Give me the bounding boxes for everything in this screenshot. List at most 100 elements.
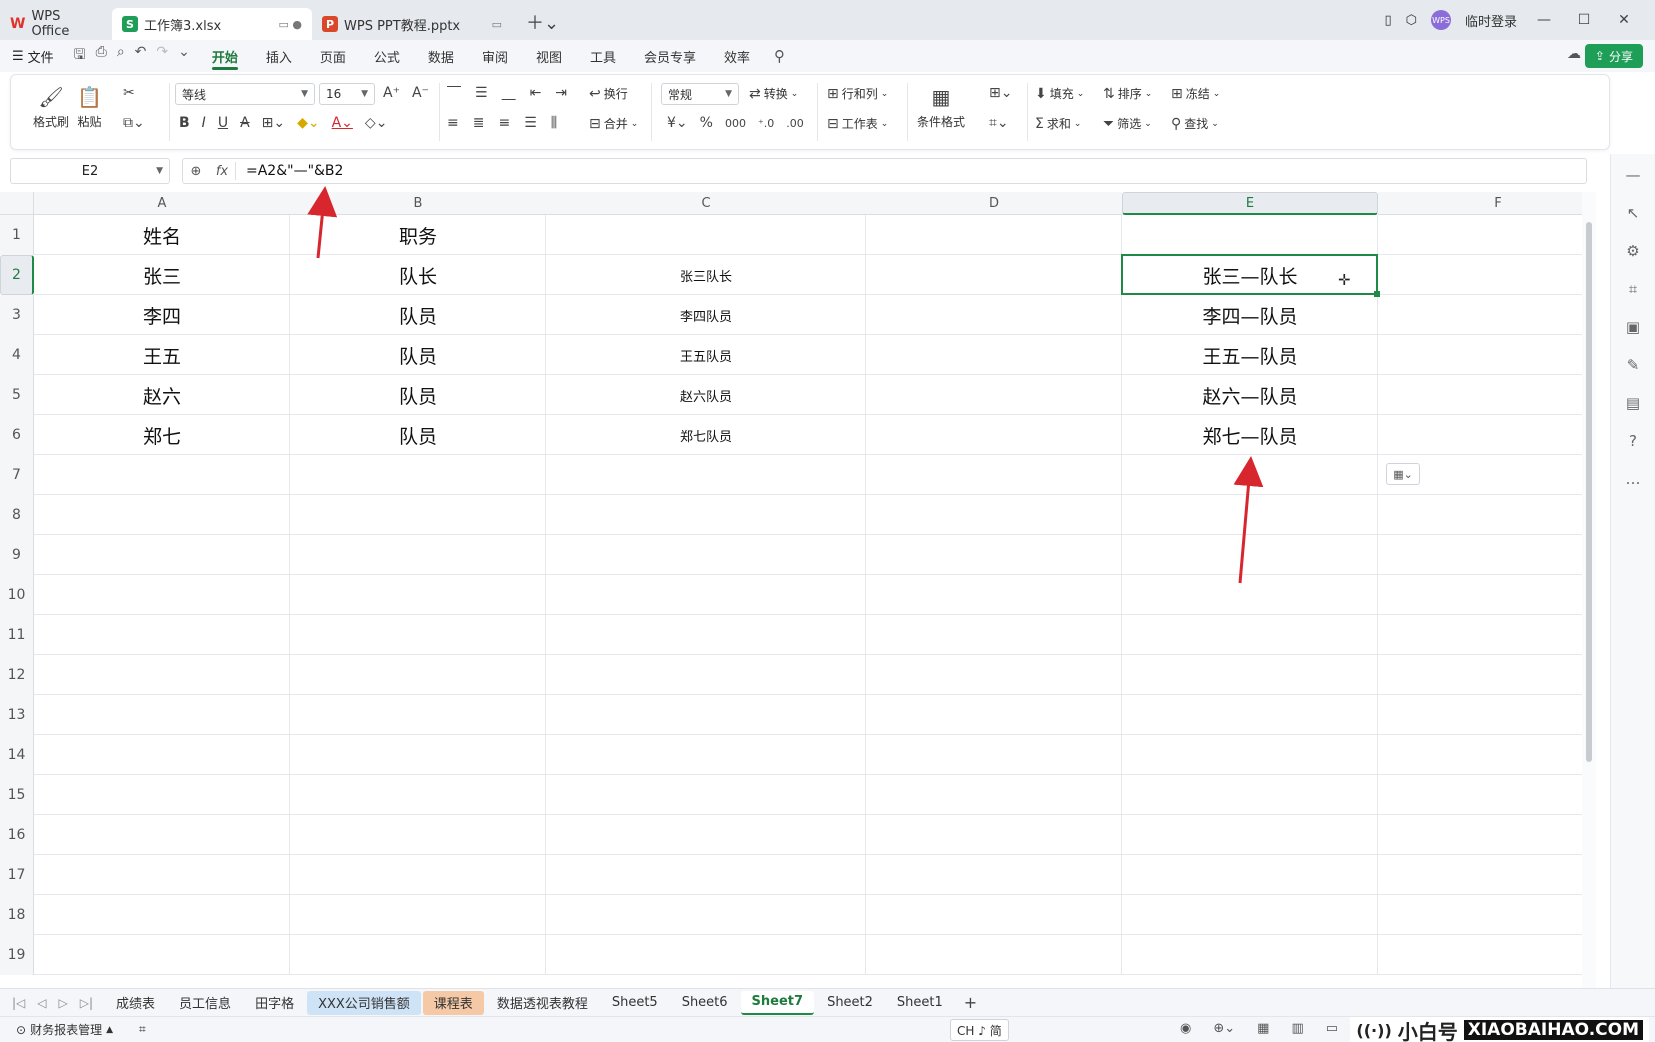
file-menu[interactable]: ☰ 文件 <box>0 47 66 66</box>
cell-b1[interactable]: 职务 <box>290 215 546 255</box>
share-button[interactable]: ⇪ 分享 <box>1584 44 1643 68</box>
row-header-15[interactable]: 15 <box>0 775 34 815</box>
column-header-c[interactable]: C <box>546 192 866 215</box>
row-header-1[interactable]: 1 <box>0 215 34 255</box>
tab-workbook[interactable]: S 工作簿3.xlsx ▭ ● <box>112 8 312 40</box>
cell-e5[interactable]: 赵六—队员 <box>1122 375 1378 415</box>
cell-c4[interactable]: 王五队员 <box>546 335 866 375</box>
image-icon[interactable]: ▣ <box>1626 318 1640 336</box>
convert-button[interactable]: ⇄ 转换 ⌄ <box>749 85 798 102</box>
sum-button[interactable]: Σ 求和 ⌄ <box>1035 115 1081 132</box>
menu-formula[interactable]: 公式 <box>360 40 414 72</box>
row-header-19[interactable]: 19 <box>0 935 34 975</box>
rows-cols-button[interactable]: ⊞ 行和列 ⌄ <box>827 85 888 102</box>
align-bottom-icon[interactable]: ⎽ <box>502 85 516 101</box>
distribute-icon[interactable]: ⫼ <box>551 115 557 131</box>
percent-icon[interactable]: % <box>700 115 713 131</box>
border-icon[interactable]: ⊞⌄ <box>262 115 285 131</box>
tab-ppt[interactable]: P WPS PPT教程.pptx ▭ <box>312 8 512 40</box>
menu-member[interactable]: 会员专享 <box>630 40 710 72</box>
cloud-icon[interactable]: ☁ <box>1567 46 1581 62</box>
font-color-icon[interactable]: A⌄ <box>332 115 353 131</box>
cube-icon[interactable]: ⬡ <box>1406 13 1417 28</box>
strikethrough-icon[interactable]: A <box>240 115 250 131</box>
worksheet-button[interactable]: ⊟ 工作表 ⌄ <box>827 115 888 132</box>
bold-icon[interactable]: B <box>179 115 190 131</box>
crop-icon[interactable]: ⌗ <box>1629 280 1637 298</box>
cell-a3[interactable]: 李四 <box>34 295 290 335</box>
sheet-tab-田字格[interactable]: 田字格 <box>244 991 305 1015</box>
menu-home[interactable]: 开始 <box>198 40 252 72</box>
align-left-icon[interactable]: ≡ <box>447 115 459 131</box>
formula-input[interactable]: ⊕ fx =A2&"—"&B2 <box>182 158 1587 184</box>
row-header-17[interactable]: 17 <box>0 855 34 895</box>
cell-style-button[interactable]: ⊞⌄ <box>989 85 1012 101</box>
sheet-tab-课程表[interactable]: 课程表 <box>422 990 484 1015</box>
cell-c5[interactable]: 赵六队员 <box>546 375 866 415</box>
menu-tools[interactable]: 工具 <box>576 40 630 72</box>
grow-font-icon[interactable]: A⁺ <box>383 85 400 101</box>
workbook-manager[interactable]: ⊙ 财务报表管理 ▲ <box>0 1021 113 1038</box>
font-size-select[interactable]: 16 ▼ <box>319 83 375 105</box>
increase-decimal-icon[interactable]: ⁺.0 <box>758 117 774 130</box>
row-header-4[interactable]: 4 <box>0 335 34 375</box>
format-painter-button[interactable]: 🖌 格式刷 <box>33 85 69 130</box>
cell-b5[interactable]: 队员 <box>290 375 546 415</box>
collapse-icon[interactable]: — <box>1626 166 1641 184</box>
row-header-11[interactable]: 11 <box>0 615 34 655</box>
tab-ppt-monitor-icon[interactable]: ▭ <box>492 18 502 31</box>
decrease-decimal-icon[interactable]: .00 <box>786 117 804 130</box>
cell-b6[interactable]: 队员 <box>290 415 546 455</box>
pointer-icon[interactable]: ↖ <box>1627 204 1640 222</box>
fill-button[interactable]: ⬇ 填充 ⌄ <box>1035 85 1084 102</box>
sheet-tab-sheet5[interactable]: Sheet5 <box>601 991 669 1015</box>
tools-icon[interactable]: ✎ <box>1627 356 1640 374</box>
tab-home[interactable]: W WPS Office <box>0 8 112 40</box>
sheet-tab-xxx公司销售额[interactable]: XXX公司销售额 <box>307 990 421 1015</box>
row-header-10[interactable]: 10 <box>0 575 34 615</box>
row-header-6[interactable]: 6 <box>0 415 34 455</box>
outdent-icon[interactable]: ⇤ <box>530 85 542 101</box>
layout-icon[interactable]: ▯ <box>1384 13 1391 28</box>
layout-view-icon[interactable]: ▭ <box>1326 1021 1338 1036</box>
menu-review[interactable]: 审阅 <box>468 40 522 72</box>
row-header-14[interactable]: 14 <box>0 735 34 775</box>
sheet-tab-成绩表[interactable]: 成绩表 <box>105 991 166 1015</box>
adjust-icon[interactable]: ⚙ <box>1626 242 1639 260</box>
freeze-button[interactable]: ⊞ 冻结 ⌄ <box>1171 85 1220 102</box>
justify-icon[interactable]: ☰ <box>524 115 537 131</box>
cell-a4[interactable]: 王五 <box>34 335 290 375</box>
cell-b4[interactable]: 队员 <box>290 335 546 375</box>
cell-a6[interactable]: 郑七 <box>34 415 290 455</box>
cell-b2[interactable]: 队长 <box>290 255 546 295</box>
wrap-text-button[interactable]: ↩ 换行 <box>589 85 628 102</box>
sort-button[interactable]: ⇅ 排序 ⌄ <box>1103 85 1152 102</box>
focus-icon[interactable]: ⊕⌄ <box>1213 1021 1235 1036</box>
cell-c3[interactable]: 李四队员 <box>546 295 866 335</box>
normal-view-icon[interactable]: ▦ <box>1257 1021 1269 1036</box>
menu-data[interactable]: 数据 <box>414 40 468 72</box>
number-format-select[interactable]: 常规 ▼ <box>661 83 739 105</box>
row-header-3[interactable]: 3 <box>0 295 34 335</box>
cut-button[interactable]: ✂ <box>123 85 135 101</box>
sheet-tab-sheet1[interactable]: Sheet1 <box>886 991 954 1015</box>
row-header-13[interactable]: 13 <box>0 695 34 735</box>
align-middle-icon[interactable]: ☰ <box>475 85 488 101</box>
cond-format-button[interactable]: ▦ 条件格式 <box>917 85 965 130</box>
align-center-icon[interactable]: ≣ <box>473 115 485 131</box>
print-icon[interactable]: ⎙ <box>96 44 107 68</box>
merge-button[interactable]: ⊟ 合并 ⌄ <box>589 115 638 132</box>
sheet-tab-sheet7[interactable]: Sheet7 <box>740 990 815 1015</box>
column-header-e[interactable]: E <box>1122 192 1378 215</box>
cell-a1[interactable]: 姓名 <box>34 215 290 255</box>
fx-icon[interactable]: fx <box>209 164 235 179</box>
undo-icon[interactable]: ↶ <box>135 44 147 68</box>
ime-indicator[interactable]: CH ♪ 简 <box>950 1019 1009 1041</box>
page-view-icon[interactable]: ▥ <box>1291 1021 1303 1036</box>
menu-efficiency[interactable]: 效率 <box>710 40 764 72</box>
last-sheet-icon[interactable]: ▷| <box>80 996 93 1010</box>
cell-grid[interactable]: A B C D E F 1 2 3 4 5 6 7 8 9 10 11 12 13 14 15 16 17 18 19 姓名 张三李… <box>0 192 1582 988</box>
more-dropdown-icon[interactable]: ⌄ <box>178 44 190 68</box>
currency-icon[interactable]: ¥⌄ <box>667 115 688 131</box>
column-header-a[interactable]: A <box>34 192 290 215</box>
